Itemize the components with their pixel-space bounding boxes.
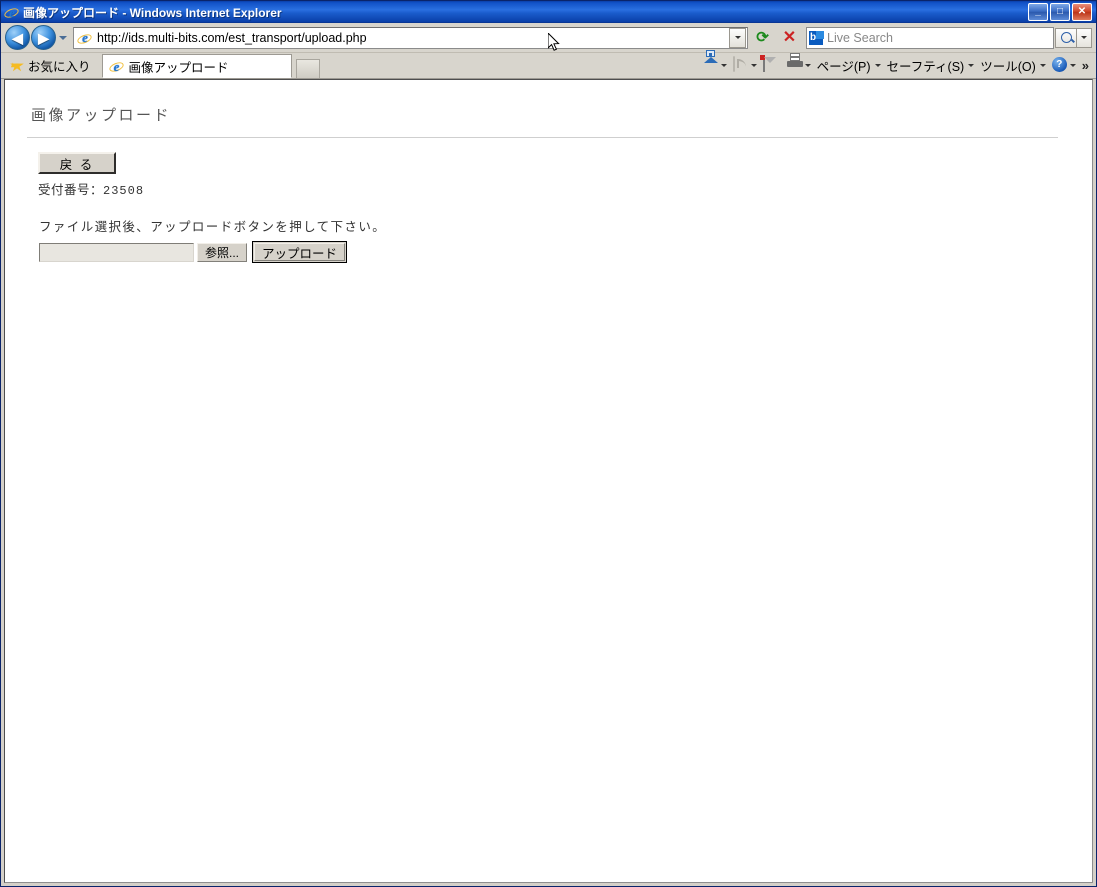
window-controls: _ □ ✕ — [1028, 3, 1092, 21]
close-button[interactable]: ✕ — [1072, 3, 1092, 21]
document-viewport: 画像アップロード 戻 る 受付番号：23508 ファイル選択後、アップロードボタ… — [4, 79, 1093, 883]
maximize-icon: □ — [1056, 6, 1064, 17]
safety-menu[interactable]: セーフティ(S) — [884, 55, 978, 75]
minimize-icon: _ — [1035, 6, 1041, 17]
chevron-down-icon — [804, 63, 811, 67]
back-button[interactable]: ◀ — [5, 25, 30, 50]
back-arrow-icon: ◀ — [12, 29, 23, 46]
command-bar: ページ(P) セーフティ(S) ツール(O) ? » — [700, 50, 1092, 76]
feeds-button[interactable] — [730, 55, 760, 75]
favorites-label: お気に入り — [28, 59, 91, 74]
rss-feeds-icon — [732, 56, 751, 73]
maximize-button[interactable]: □ — [1050, 3, 1070, 21]
chevron-down-icon — [734, 36, 741, 39]
address-input-wrapper[interactable]: e http://ids.multi-bits.com/est_transpor… — [73, 26, 748, 49]
web-page: 画像アップロード 戻 る 受付番号：23508 ファイル選択後、アップロードボタ… — [5, 80, 1092, 263]
receipt-number-row: 受付番号：23508 — [38, 179, 1070, 198]
favorites-button[interactable]: お気に入り — [7, 54, 98, 76]
recent-pages-dropdown[interactable] — [56, 25, 70, 50]
tools-menu[interactable]: ツール(O) — [977, 55, 1049, 75]
address-input[interactable]: http://ids.multi-bits.com/est_transport/… — [97, 31, 729, 45]
page-menu[interactable]: ページ(P) — [814, 55, 884, 75]
search-icon — [1060, 32, 1072, 43]
receipt-number-label: 受付番号： — [38, 183, 104, 197]
tab-image-upload[interactable]: e 画像アップロード — [101, 54, 292, 78]
content-area: 画像アップロード 戻 る 受付番号：23508 ファイル選択後、アップロードボタ… — [1, 79, 1096, 886]
tab-bar: お気に入り e 画像アップロード ページ(P) セーフティ(S) ツール(O) … — [1, 50, 1096, 79]
search-submit-button[interactable] — [1055, 27, 1077, 48]
minimize-button[interactable]: _ — [1028, 3, 1048, 21]
refresh-button[interactable]: ⟳ — [750, 25, 775, 50]
stop-icon: ✕ — [782, 28, 797, 46]
search-input[interactable]: Live Search — [827, 31, 1053, 45]
new-tab-button[interactable] — [295, 59, 320, 78]
search-provider-dropdown[interactable] — [1077, 27, 1092, 48]
upload-button[interactable]: アップロード — [252, 241, 348, 263]
star-icon — [10, 59, 24, 71]
home-button[interactable] — [700, 50, 730, 75]
receipt-number-value: 23508 — [103, 184, 145, 198]
chevron-down-icon — [1081, 36, 1087, 39]
search-box[interactable]: b Live Search — [806, 26, 1054, 49]
address-history-dropdown[interactable] — [729, 27, 746, 48]
help-icon: ? — [1051, 57, 1070, 73]
home-icon — [703, 50, 721, 73]
upload-instruction: ファイル選択後、アップロードボタンを押して下さい。 — [39, 220, 387, 234]
forward-button[interactable]: ▶ — [31, 25, 56, 50]
stop-button[interactable]: ✕ — [777, 25, 802, 50]
file-upload-row: 参照... アップロード — [39, 241, 1070, 263]
back-page-button[interactable]: 戻 る — [38, 152, 116, 174]
chevron-down-icon — [59, 35, 67, 40]
mail-button[interactable] — [759, 55, 784, 75]
chevron-down-icon — [874, 63, 881, 67]
help-button[interactable]: ? — [1049, 55, 1079, 75]
tools-menu-label: ツール(O) — [980, 59, 1036, 74]
print-button[interactable] — [784, 53, 814, 75]
chevron-down-icon — [720, 63, 727, 67]
live-search-icon: b — [809, 30, 824, 45]
forward-arrow-icon: ▶ — [38, 29, 49, 46]
refresh-icon: ⟳ — [756, 29, 769, 46]
close-icon: ✕ — [1077, 6, 1087, 17]
internet-explorer-icon: e — [3, 4, 20, 20]
address-bar: ◀ ▶ e http://ids.multi-bits.com/est_tran… — [1, 23, 1096, 53]
horizontal-divider — [27, 137, 1058, 138]
page-menu-label: ページ(P) — [816, 59, 871, 74]
window-title: 画像アップロード - Windows Internet Explorer — [23, 5, 282, 20]
chevron-down-icon — [750, 63, 757, 67]
file-path-input[interactable] — [39, 242, 194, 262]
page-icon: e — [76, 30, 93, 46]
title-bar: e 画像アップロード - Windows Internet Explorer _… — [1, 1, 1096, 23]
page-title: 画像アップロード — [31, 107, 172, 124]
browse-button[interactable]: 参照... — [197, 242, 248, 262]
chevron-down-icon — [1039, 63, 1046, 67]
safety-menu-label: セーフティ(S) — [886, 59, 965, 74]
print-icon — [786, 53, 805, 73]
chevron-down-icon — [968, 63, 975, 67]
page-icon: e — [107, 58, 125, 74]
tab-label: 画像アップロード — [128, 60, 229, 75]
chevron-down-icon — [1069, 63, 1076, 67]
mail-icon — [759, 55, 781, 73]
browser-window: e 画像アップロード - Windows Internet Explorer _… — [0, 0, 1097, 887]
upload-button-label: アップロード — [262, 246, 338, 261]
command-bar-overflow-button[interactable]: » — [1079, 58, 1092, 73]
